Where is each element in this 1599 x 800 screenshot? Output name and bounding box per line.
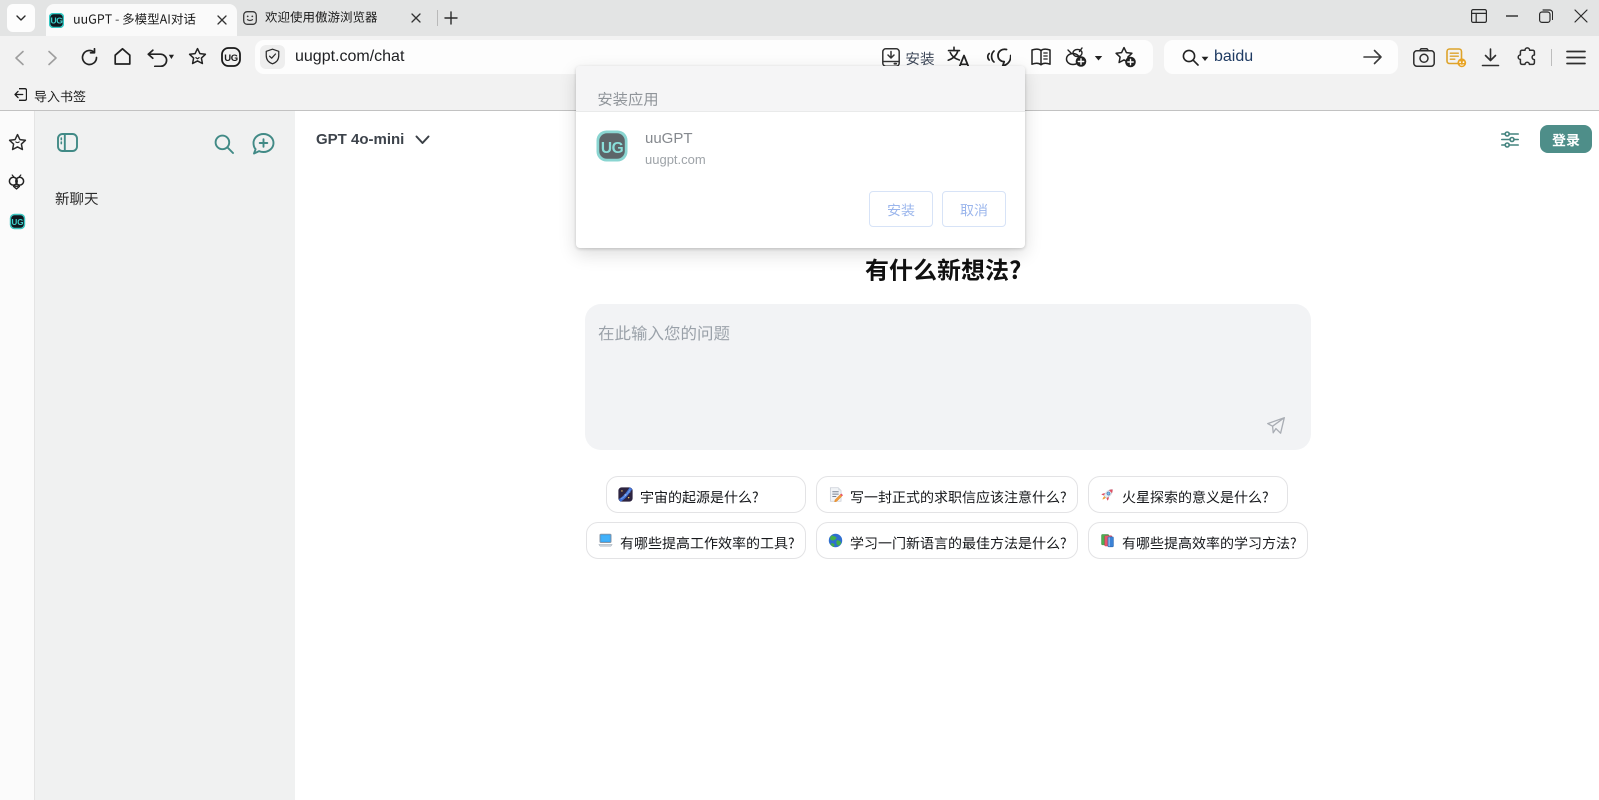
svg-text:UG: UG: [51, 15, 64, 25]
svg-text:UG: UG: [601, 140, 624, 157]
svg-text:UG: UG: [12, 218, 24, 227]
svg-text:UG: UG: [224, 53, 237, 64]
